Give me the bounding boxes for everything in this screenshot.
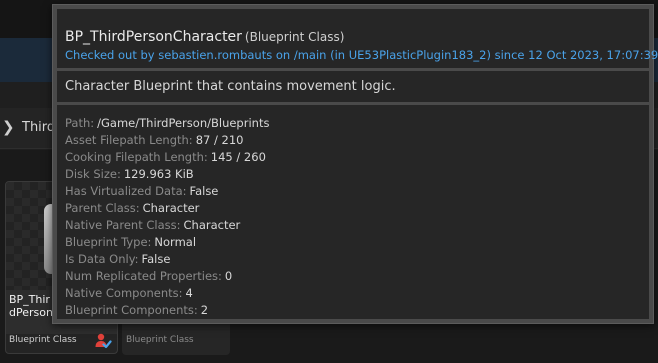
- tooltip-asset-type: (Blueprint Class): [244, 30, 345, 44]
- info-key: Has Virtualized Data:: [65, 184, 187, 198]
- info-value: Character: [183, 218, 241, 232]
- info-value: False: [189, 184, 219, 198]
- tooltip-checkout-status: Checked out by sebastien.rombauts on /ma…: [65, 48, 658, 62]
- tooltip-header: BP_ThirdPersonCharacter (Blueprint Class)…: [57, 9, 658, 68]
- info-key: Asset Filepath Length:: [65, 133, 193, 147]
- info-key: Num Replicated Properties:: [65, 269, 222, 283]
- tooltip-description-section: Character Blueprint that contains moveme…: [57, 71, 649, 102]
- info-value: 0: [224, 269, 233, 283]
- tooltip-description: Character Blueprint that contains moveme…: [65, 79, 396, 94]
- info-value: Normal: [154, 235, 197, 249]
- info-key: Disk Size:: [65, 167, 121, 181]
- info-row-parent-class: Parent Class: Character: [65, 201, 199, 215]
- info-row-is-data-only: Is Data Only: False: [65, 252, 170, 266]
- info-key: Blueprint Components:: [65, 303, 198, 317]
- info-row-disk-size: Disk Size: 129.963 KiB: [65, 167, 194, 181]
- info-key: Parent Class:: [65, 201, 140, 215]
- asset-class-label: Blueprint Class: [9, 335, 77, 345]
- info-value: 4: [185, 286, 193, 300]
- asset-name: BP_ThirdPersonCharacter: [9, 293, 53, 319]
- info-value: False: [141, 252, 171, 266]
- info-value: 2: [200, 303, 209, 317]
- asset-tooltip: BP_ThirdPersonCharacter (Blueprint Class)…: [52, 4, 658, 324]
- info-row-blueprint-type: Blueprint Type: Normal: [65, 235, 196, 249]
- info-key: Blueprint Type:: [65, 235, 152, 249]
- info-row-native-components: Native Components: 4: [65, 286, 193, 300]
- tooltip-title: BP_ThirdPersonCharacter: [65, 29, 242, 45]
- info-row-num-replicated-properties: Num Replicated Properties: 0: [65, 269, 232, 283]
- info-value: /Game/ThirdPerson/Blueprints: [97, 116, 270, 130]
- info-key: Native Parent Class:: [65, 218, 181, 232]
- info-row-asset-filepath-length: Asset Filepath Length: 87 / 210: [65, 133, 243, 147]
- info-row-cooking-filepath-length: Cooking Filepath Length: 145 / 260: [65, 150, 266, 164]
- tooltip-title-row: BP_ThirdPersonCharacter (Blueprint Class): [65, 26, 344, 46]
- info-key: Is Data Only:: [65, 252, 139, 266]
- info-key: Path:: [65, 116, 95, 130]
- info-value: 87 / 210: [195, 133, 244, 147]
- info-key: Cooking Filepath Length:: [65, 150, 208, 164]
- info-row-has-virtualized-data: Has Virtualized Data: False: [65, 184, 218, 198]
- info-key: Native Components:: [65, 286, 183, 300]
- info-value: 129.963 KiB: [123, 167, 194, 181]
- info-row-path: Path:/Game/ThirdPerson/Blueprints: [65, 116, 269, 130]
- info-value: 145 / 260: [210, 150, 266, 164]
- tooltip-info-section: Path:/Game/ThirdPerson/Blueprints Asset …: [57, 105, 649, 319]
- unreal-editor-screen: ❯ ThirdPerson BP_ThirdPersonCharacter Bl…: [0, 0, 658, 363]
- user-checked-out-icon: [94, 332, 112, 350]
- info-value: Character: [142, 201, 200, 215]
- info-row-native-parent-class: Native Parent Class: Character: [65, 218, 240, 232]
- asset-class-label: Blueprint Class: [126, 335, 194, 345]
- info-row-blueprint-components: Blueprint Components: 2: [65, 303, 208, 317]
- chevron-right-icon[interactable]: ❯: [2, 118, 15, 136]
